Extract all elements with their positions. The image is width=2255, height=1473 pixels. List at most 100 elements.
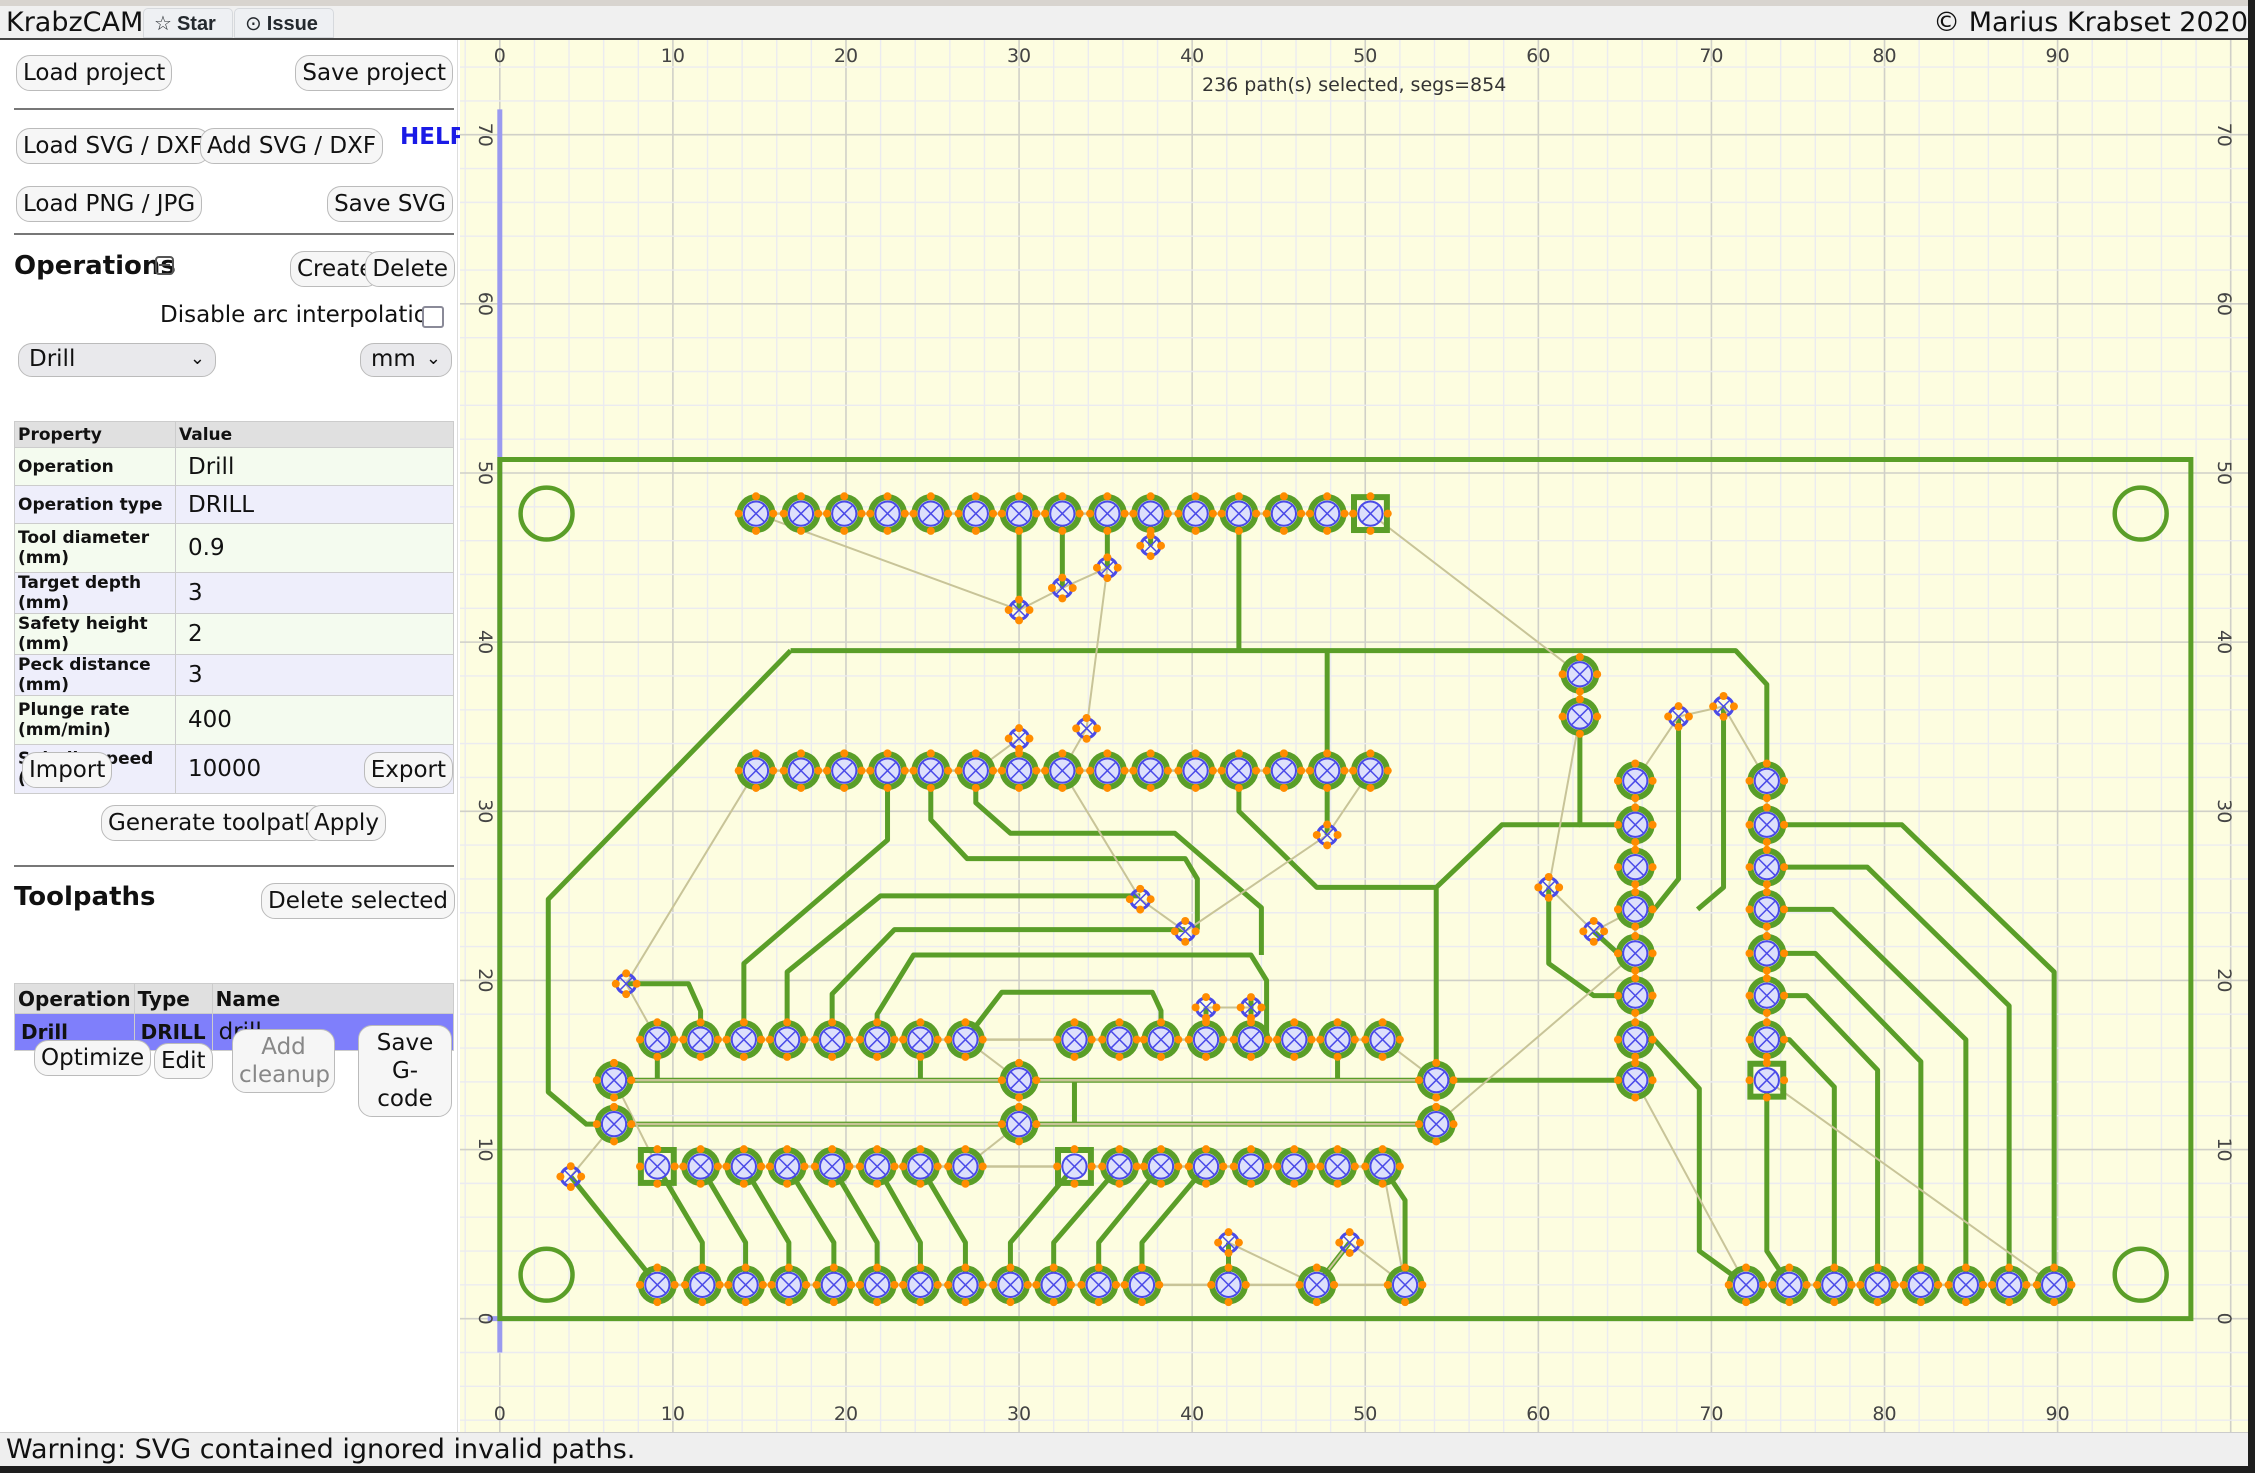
selection-marker [916,1263,925,1272]
edit-button[interactable]: Edit [154,1043,213,1079]
generate-toolpath-button[interactable]: Generate toolpath [101,805,326,841]
selection-marker [1674,722,1683,731]
selection-marker [909,509,918,518]
operation-type-field[interactable]: DRILL [175,485,454,524]
selection-marker [1136,905,1145,914]
selection-marker [1709,702,1718,711]
pad-drill [779,492,823,535]
save-project-button[interactable]: Save project [295,55,453,91]
selection-marker [900,766,909,775]
issue-icon: ⊙ [245,13,262,35]
x-tick-label-bottom: 50 [1353,1403,1377,1425]
selection-marker [622,990,631,999]
selection-marker [1631,1018,1640,1027]
selection-marker [1086,509,1095,518]
selection-marker [1120,1280,1129,1289]
selection-marker [1916,1298,1925,1307]
selection-marker [916,1052,925,1061]
operation-type-select[interactable]: Drill ⌄ [18,343,216,377]
selection-marker [1272,1035,1281,1044]
tool-diameter-field[interactable]: 0.9 [175,523,454,573]
pcb-drawing[interactable]: 0 0 10 10 20 20 30 30 40 40 50 50 60 60 70 70 80 80 90 90 0 0… [460,40,2248,1432]
delete-selected-button[interactable]: Delete selected [261,883,455,919]
mount-hole [518,485,575,542]
selection-marker [1873,1263,1882,1272]
add-svg-dxf-button[interactable]: Add SVG / DXF [200,128,384,164]
y-tick-label-right: 70 [2213,123,2235,147]
x-tick-label-bottom: 40 [1180,1403,1204,1425]
chevron-down-icon: ⌄ [425,348,441,369]
selection-marker [1070,1052,1079,1061]
selection-marker [670,1035,679,1044]
plunge-rate-field[interactable]: 400 [175,695,454,745]
selection-marker [765,1035,774,1044]
load-project-button[interactable]: Load project [16,55,173,91]
selection-status: 236 path(s) selected, segs=854 [1202,74,1507,96]
selection-marker [577,1172,586,1181]
pad-drill [1041,492,1084,535]
selection-marker [1631,888,1640,897]
pad-drill [866,749,909,792]
cam-canvas[interactable]: 0 0 10 10 20 20 30 30 40 40 50 50 60 60 70 70 80 80 90 90 0 0… [460,40,2248,1432]
selection-marker [1555,883,1564,892]
save-gcode-button[interactable]: Save G-code [358,1025,452,1117]
pad-drill [855,1018,899,1061]
selection-marker [739,1179,748,1188]
operation-name-field[interactable]: Drill [175,447,454,486]
selection-marker [1544,893,1553,902]
selection-marker [829,1298,838,1307]
selection-marker [1664,712,1673,721]
selection-marker [1262,766,1271,775]
load-png-jpg-button[interactable]: Load PNG / JPG [16,186,203,222]
disable-arc-interpolation-checkbox[interactable] [422,306,444,328]
selection-marker [724,1280,733,1289]
selection-marker [1340,509,1349,518]
selection-marker [873,1298,882,1307]
peck-distance-field[interactable]: 3 [175,654,454,696]
pad-drill [810,1018,854,1061]
save-svg-button[interactable]: Save SVG [327,186,453,222]
selection-marker [1032,766,1041,775]
pad-drill [1613,1058,1657,1102]
target-depth-field[interactable]: 3 [175,572,454,614]
pad-drill [1383,1263,1427,1307]
export-button[interactable]: Export [363,752,453,788]
selection-marker [1247,1013,1256,1022]
x-tick-label-top: 80 [1872,45,1896,67]
divider [14,108,454,110]
collapse-icon[interactable] [155,256,174,275]
selection-marker [1163,509,1172,518]
selection-marker [1094,1298,1103,1307]
github-issue-button[interactable]: ⊙ Issue [234,8,334,38]
selection-marker [1631,838,1640,847]
selection-marker [741,1263,750,1272]
selection-marker [1762,803,1771,812]
selection-marker [1613,991,1622,1000]
selection-marker [1762,888,1771,897]
selection-marker [1745,820,1754,829]
property-row: Operation type DRILL [14,485,454,524]
selection-marker [1136,541,1145,550]
apply-button[interactable]: Apply [307,805,386,841]
load-svg-dxf-button[interactable]: Load SVG / DXF [16,128,210,164]
pad-drill [866,492,909,535]
safety-height-field[interactable]: 2 [175,613,454,655]
trace [1766,906,1969,1285]
selection-marker [1115,1145,1124,1154]
selection-marker [1414,1076,1423,1085]
github-star-button[interactable]: ☆ Star [143,8,233,38]
import-button[interactable]: Import [22,752,113,788]
delete-operation-button[interactable]: Delete [365,251,455,287]
pads[interactable] [556,492,2076,1307]
add-cleanup-button[interactable]: Add cleanup [232,1029,335,1093]
optimize-button[interactable]: Optimize [34,1040,152,1076]
selection-marker [1015,1102,1024,1111]
selection-marker [997,509,1006,518]
pad-drill [722,1018,766,1061]
selection-marker [873,1145,882,1154]
selection-marker [800,1035,809,1044]
selection-marker [1613,949,1622,958]
help-link[interactable]: HELP [400,124,466,150]
selection-marker [1049,1263,1058,1272]
unit-select[interactable]: mm ⌄ [360,343,452,377]
